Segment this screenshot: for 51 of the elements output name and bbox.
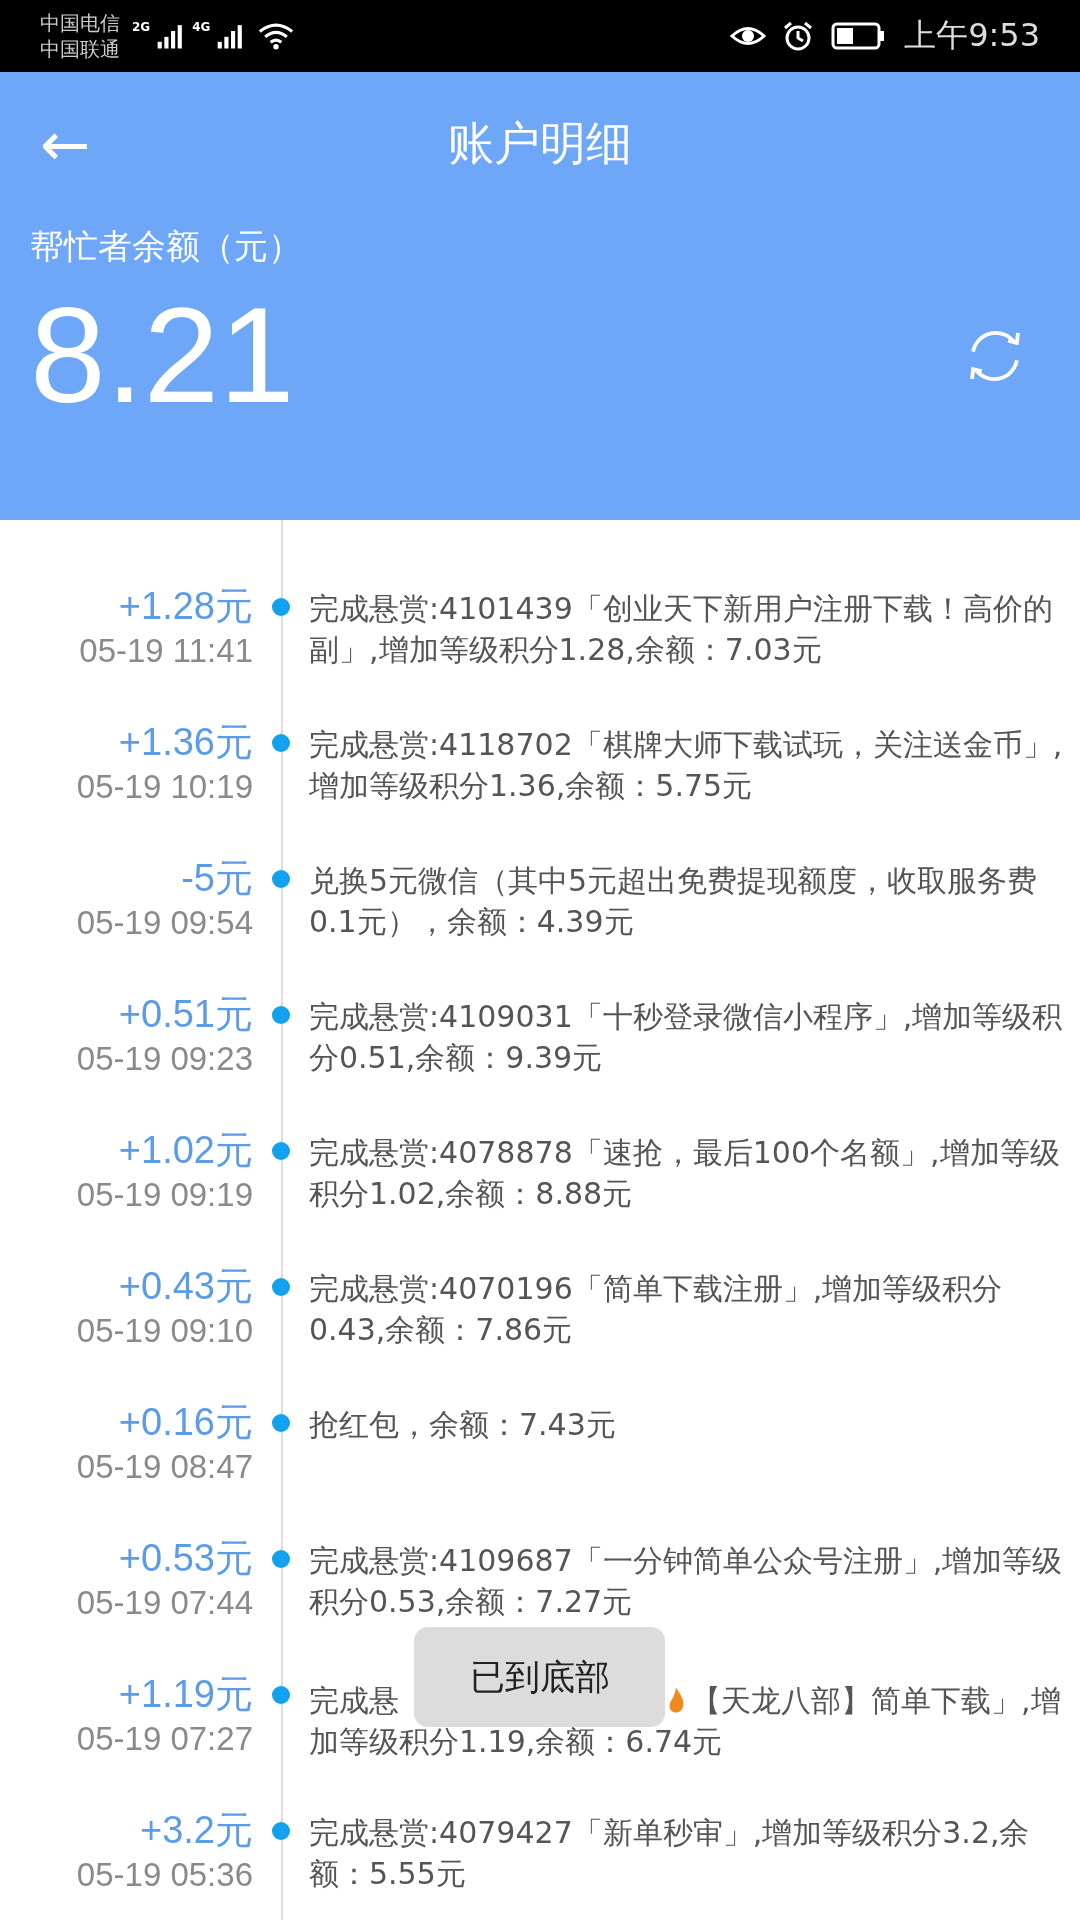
record-description: 抢红包，余额：7.43元 [309, 1406, 617, 1444]
record-description: 完成悬赏:4079427「新单秒审」,增加等级积分3.2,余额：5.55元 [309, 1814, 1031, 1893]
timeline-dot [272, 1414, 290, 1432]
record-description: 完成悬赏:4109687「一分钟简单公众号注册」,增加等级积分0.53,余额：7.27元 [309, 1542, 1064, 1621]
date-time: 05-19 09:23 [76, 1039, 253, 1079]
date-time: 05-19 09:19 [76, 1175, 253, 1215]
amount-text: +1.36元 [118, 720, 253, 765]
timeline-dot [272, 1142, 290, 1160]
balance-label: 帮忙者余额（元） [30, 225, 302, 268]
network-type: 4G [192, 20, 211, 34]
date-time: 05-19 10:19 [76, 767, 253, 807]
timeline-dot [272, 1550, 290, 1568]
carrier-name: 中国联通 [40, 36, 120, 62]
balance-amount: 8.21 [30, 278, 295, 433]
record-description: 兑换5元微信（其中5元超出免费提现额度，收取服务费0.1元），余额：4.39元 [309, 862, 1039, 941]
timeline-dot [272, 1822, 290, 1840]
amount-text: +0.53元 [118, 1536, 253, 1581]
date-time: 05-19 07:44 [76, 1583, 253, 1623]
timeline-dot [272, 734, 290, 752]
network-type: 2G [132, 20, 151, 34]
record-description: 完成悬赏:4118702「棋牌大师下载试玩，关注送金币」,增加等级积分1.36,余额：5.75元 [309, 726, 1064, 805]
carrier-name: 中国电信 [40, 10, 120, 36]
amount-text: +0.51元 [118, 992, 253, 1037]
timeline-dot [272, 1686, 290, 1704]
timeline-dot [272, 870, 290, 888]
date-time: 05-19 11:41 [79, 631, 253, 671]
amount-text: +1.28元 [118, 584, 253, 629]
date-time: 05-19 08:47 [76, 1447, 253, 1487]
amount-text: +1.02元 [118, 1128, 253, 1173]
record-description: 完成悬赏:4109031「十秒登录微信小程序」,增加等级积分0.51,余额：9.39元 [309, 998, 1064, 1077]
timeline-dot [272, 1278, 290, 1296]
wifi-icon [258, 22, 295, 50]
amount-text: +0.16元 [118, 1400, 253, 1445]
record-description: 完成悬赏:4070196「简单下载注册」,增加等级积分0.43,余额：7.86元 [309, 1270, 1004, 1349]
date-time: 05-19 09:54 [76, 903, 253, 943]
clock-time: 上午9:53 [904, 15, 1040, 56]
amount-text: +0.43元 [118, 1264, 253, 1309]
date-time: 05-19 07:27 [76, 1719, 253, 1759]
amount-text: +3.2元 [139, 1808, 253, 1853]
battery-icon [830, 22, 887, 50]
record-description: 完成悬赏:4078878「速抢，最后100个名额」,增加等级积分1.02,余额：8.88元 [309, 1134, 1061, 1213]
date-time: 05-19 05:36 [76, 1855, 253, 1895]
record-description: 完成悬赏:4101439「创业天下新用户注册下载！高价的副」,增加等级积分1.28,余额：7.03元 [309, 590, 1054, 669]
back-button[interactable]: ← [30, 114, 101, 174]
amount-text: +1.19元 [118, 1672, 253, 1717]
timeline-dot [272, 598, 290, 616]
flame-icon [667, 1686, 685, 1714]
date-time: 05-19 09:10 [76, 1311, 253, 1351]
page-title: 账户明细 [448, 115, 632, 172]
amount-text: -5元 [181, 856, 253, 901]
timeline-dot [272, 1006, 290, 1024]
